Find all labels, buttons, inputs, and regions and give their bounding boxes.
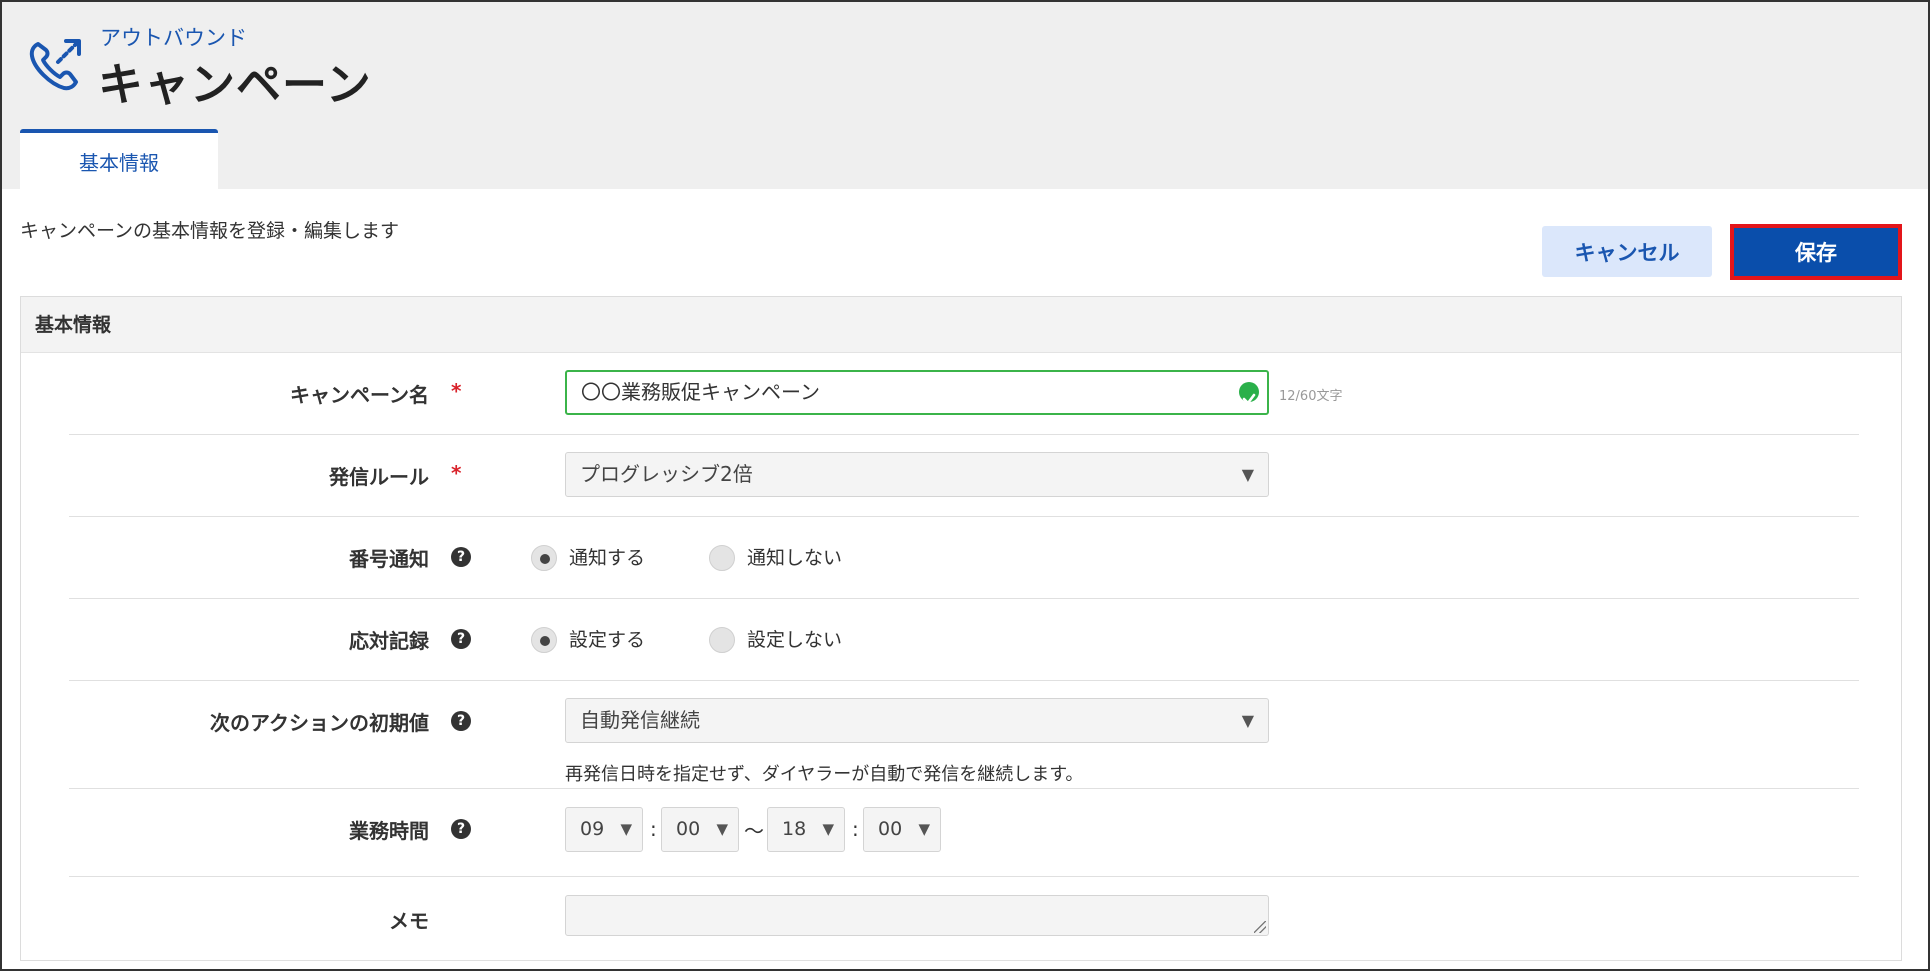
form-row-call-record: 応対記録 ? 設定する 設定しない: [69, 599, 1859, 681]
call-record-option-set[interactable]: 設定する: [569, 625, 645, 652]
start-hour-select[interactable]: 09 ▼: [565, 807, 643, 852]
dial-rule-select[interactable]: プログレッシブ2倍 ▼: [565, 452, 1269, 497]
dropdown-caret-icon: ▼: [620, 820, 632, 838]
char-counter: 12/60文字: [1279, 389, 1343, 404]
campaign-name-input[interactable]: 〇〇業務販促キャンペーン: [565, 370, 1269, 415]
end-hour-select[interactable]: 18 ▼: [767, 807, 845, 852]
dropdown-caret-icon: ▼: [822, 820, 834, 838]
resize-handle-icon[interactable]: [1254, 921, 1266, 933]
memo-textarea[interactable]: [565, 895, 1269, 936]
time-separator: :: [650, 817, 657, 841]
dropdown-caret-icon: ▼: [1241, 465, 1254, 484]
caller-id-radio-no-notify[interactable]: [709, 545, 735, 571]
dropdown-caret-icon: ▼: [1241, 711, 1254, 730]
call-record-option-unset[interactable]: 設定しない: [747, 625, 842, 652]
dial-rule-value: プログレッシブ2倍: [580, 462, 753, 486]
form-row-dial-rule: 発信ルール * プログレッシブ2倍 ▼: [69, 435, 1859, 517]
form-row-caller-id: 番号通知 ? 通知する 通知しない: [69, 517, 1859, 599]
tab-basic-info[interactable]: 基本情報: [20, 129, 218, 189]
caller-id-option-no-notify[interactable]: 通知しない: [747, 543, 842, 570]
panel-title: 基本情報: [21, 297, 1901, 353]
memo-label: メモ: [389, 909, 429, 933]
next-action-select[interactable]: 自動発信継続 ▼: [565, 698, 1269, 743]
phone-outbound-icon: [29, 39, 81, 91]
form-row-next-action: 次のアクションの初期値 ? 自動発信継続 ▼ 再発信日時を指定せず、ダイヤラーが…: [69, 681, 1859, 789]
basic-info-panel: 基本情報 キャンペーン名 * 〇〇業務販促キャンペーン 12/60文字 発信ルー…: [20, 296, 1902, 961]
end-hour-value: 18: [782, 818, 807, 840]
caller-id-radio-notify[interactable]: [531, 545, 557, 571]
help-icon[interactable]: ?: [451, 629, 471, 649]
dropdown-caret-icon: ▼: [716, 820, 728, 838]
page-header: アウトバウンド キャンペーン 基本情報: [2, 2, 1928, 189]
range-separator: ～: [744, 819, 764, 843]
page-title: キャンペーン: [98, 58, 372, 111]
caller-id-label: 番号通知: [349, 547, 429, 571]
form-row-memo: メモ: [69, 877, 1859, 961]
next-action-hint: 再発信日時を指定せず、ダイヤラーが自動で発信を継続します。: [565, 764, 1084, 785]
form-row-campaign-name: キャンペーン名 * 〇〇業務販促キャンペーン 12/60文字: [69, 353, 1859, 435]
caller-id-option-notify[interactable]: 通知する: [569, 543, 645, 570]
valid-check-icon: [1239, 382, 1259, 405]
dropdown-caret-icon: ▼: [918, 820, 930, 838]
start-minute-select[interactable]: 00 ▼: [661, 807, 739, 852]
page-description: キャンペーンの基本情報を登録・編集します: [20, 220, 400, 242]
campaign-name-label: キャンペーン名: [290, 383, 429, 407]
time-separator: :: [852, 817, 859, 841]
required-mark: *: [451, 379, 462, 403]
business-hours-label: 業務時間: [349, 819, 429, 843]
end-minute-select[interactable]: 00 ▼: [863, 807, 941, 852]
dial-rule-label: 発信ルール: [329, 465, 429, 489]
end-minute-value: 00: [878, 818, 903, 840]
start-hour-value: 09: [580, 818, 605, 840]
cancel-button[interactable]: キャンセル: [1542, 226, 1712, 277]
help-icon[interactable]: ?: [451, 547, 471, 567]
required-mark: *: [451, 461, 462, 485]
next-action-value: 自動発信継続: [580, 708, 700, 732]
save-button[interactable]: 保存: [1730, 224, 1902, 280]
form-row-business-hours: 業務時間 ? 09 ▼ : 00 ▼ ～ 18 ▼ : 00 ▼: [69, 789, 1859, 877]
app-window: アウトバウンド キャンペーン 基本情報 キャンペーンの基本情報を登録・編集します…: [0, 0, 1930, 971]
help-icon[interactable]: ?: [451, 819, 471, 839]
next-action-label: 次のアクションの初期値: [210, 711, 429, 735]
call-record-radio-set[interactable]: [531, 627, 557, 653]
help-icon[interactable]: ?: [451, 711, 471, 731]
call-record-radio-unset[interactable]: [709, 627, 735, 653]
call-record-label: 応対記録: [349, 629, 429, 653]
start-minute-value: 00: [676, 818, 701, 840]
campaign-name-value: 〇〇業務販促キャンペーン: [581, 380, 820, 404]
